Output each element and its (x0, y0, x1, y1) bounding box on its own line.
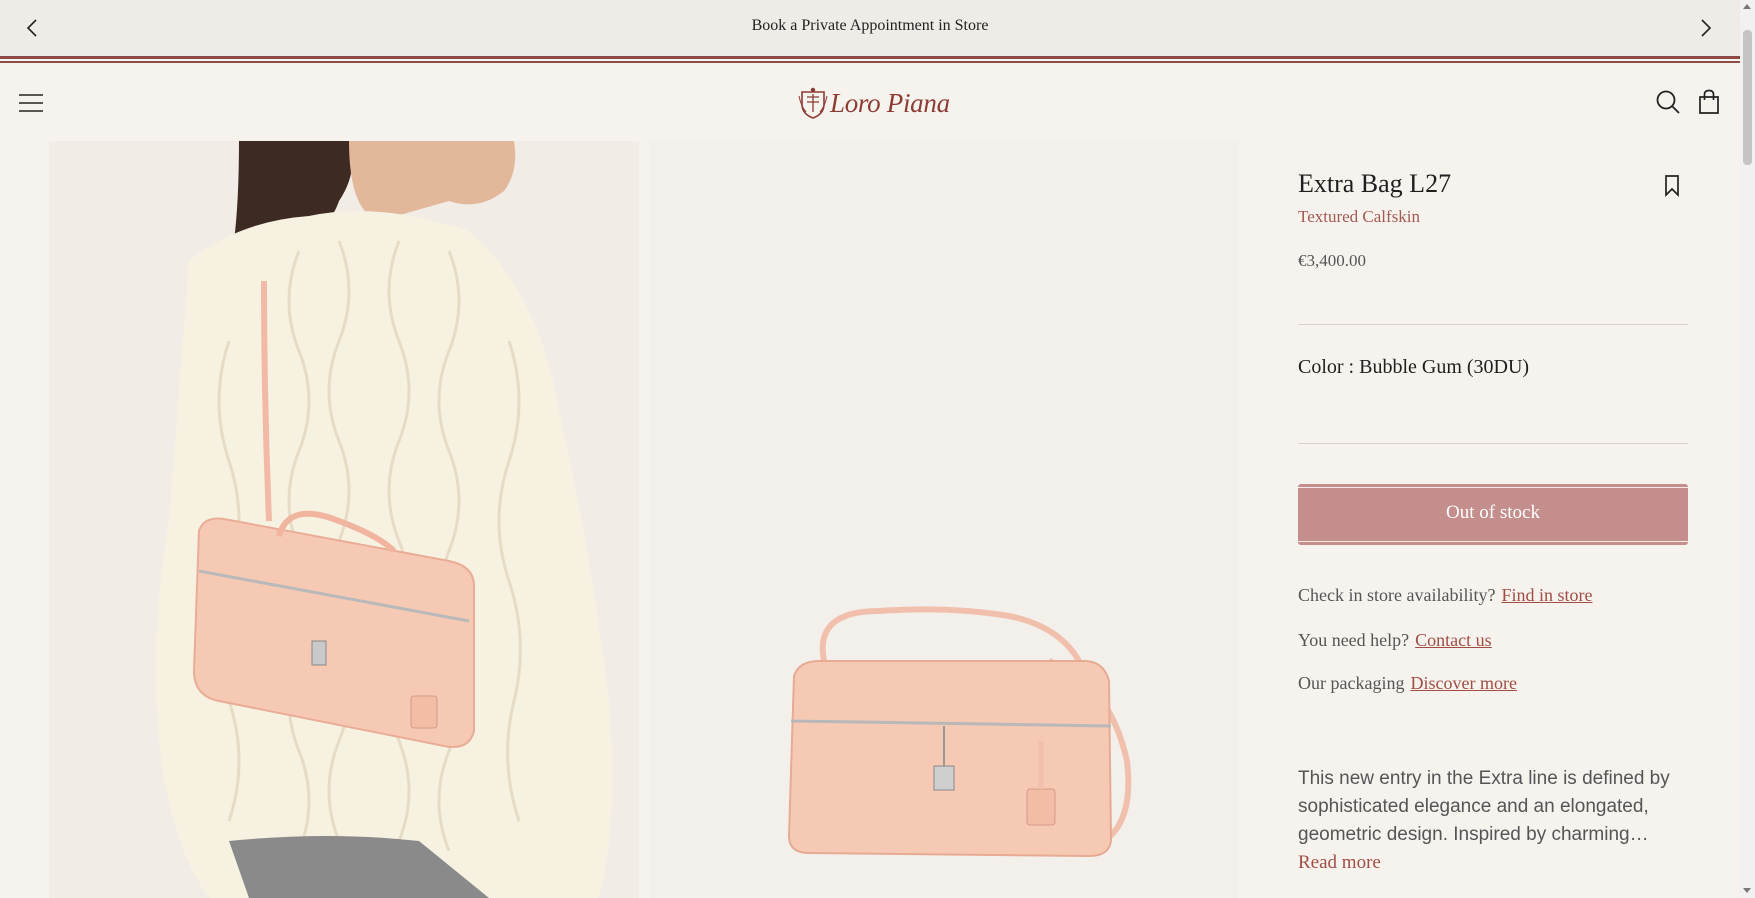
contact-us-link[interactable]: Contact us (1415, 630, 1492, 650)
out-of-stock-label: Out of stock (1446, 502, 1540, 523)
scrollbar[interactable] (1740, 0, 1755, 898)
divider (1298, 324, 1688, 325)
divider (1298, 443, 1688, 444)
product-title: Extra Bag L27 (1298, 169, 1452, 198)
store-availability-row: Check in store availability? Find in stor… (1298, 585, 1592, 606)
scroll-up-icon[interactable] (1743, 4, 1751, 9)
bookmark-icon[interactable] (1664, 175, 1680, 198)
promo-text[interactable]: Book a Private Appointment in Store (0, 17, 1740, 35)
product-material: Textured Calfskin (1298, 207, 1421, 226)
store-availability-label: Check in store availability? (1298, 585, 1496, 605)
crest-icon (798, 87, 828, 119)
help-label: You need help? (1298, 630, 1410, 650)
product-price: €3,400.00 (1298, 251, 1366, 270)
product-description: This new entry in the Extra line is defi… (1298, 765, 1688, 877)
search-icon[interactable] (1654, 88, 1682, 116)
help-row: You need help? Contact us (1298, 630, 1492, 651)
scrollbar-thumb[interactable] (1743, 30, 1752, 165)
brand-logo[interactable]: Loro Piana (798, 84, 950, 122)
out-of-stock-button[interactable]: Out of stock (1298, 484, 1688, 545)
hamburger-menu-icon[interactable] (18, 90, 44, 116)
read-more-link[interactable]: Read more (1298, 852, 1381, 873)
discover-more-link[interactable]: Discover more (1410, 673, 1516, 693)
product-image-packshot[interactable] (649, 141, 1239, 898)
logo-text: Loro Piana (830, 88, 950, 118)
packaging-label: Our packaging (1298, 673, 1405, 693)
site-header: Loro Piana (0, 66, 1740, 140)
chevron-right-icon[interactable] (1694, 16, 1718, 40)
description-text: This new entry in the Extra line is defi… (1298, 768, 1670, 845)
shopping-bag-icon[interactable] (1695, 88, 1723, 116)
product-image-model[interactable] (49, 141, 639, 898)
color-label[interactable]: Color : Bubble Gum (30DU) (1298, 356, 1529, 379)
scroll-down-icon[interactable] (1743, 888, 1751, 893)
find-in-store-link[interactable]: Find in store (1501, 585, 1592, 605)
packaging-row: Our packaging Discover more (1298, 673, 1517, 694)
promo-bar: Book a Private Appointment in Store (0, 0, 1740, 63)
